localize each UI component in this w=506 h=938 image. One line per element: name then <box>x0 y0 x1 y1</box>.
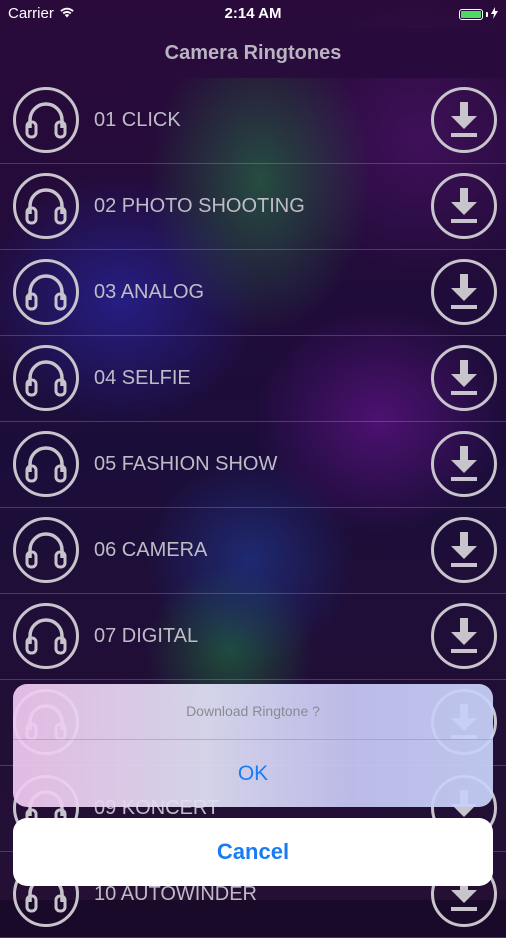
headphones-icon[interactable] <box>12 430 80 498</box>
ringtone-row[interactable]: 03 ANALOG <box>0 250 506 336</box>
ringtone-title: 04 SELFIE <box>94 367 191 389</box>
download-alert: Download Ringtone ? OK <box>13 684 493 807</box>
alert-message: Download Ringtone ? <box>13 684 493 740</box>
ringtone-row[interactable]: 02 PHOTO SHOOTING <box>0 164 506 250</box>
download-icon[interactable] <box>430 172 498 240</box>
ringtone-title: 01 CLICK <box>94 109 181 131</box>
ringtone-title: 03 ANALOG <box>94 281 205 303</box>
navigation-bar: Camera Ringtones <box>0 28 506 78</box>
ringtone-row[interactable]: 05 FASHION SHOW <box>0 422 506 508</box>
cancel-button[interactable]: Cancel <box>13 818 493 886</box>
ringtone-list: 01 CLICK 02 PHOTO SHOOTING 03 ANALOG 04 … <box>0 78 506 938</box>
ringtone-row[interactable]: 04 SELFIE <box>0 336 506 422</box>
headphones-icon[interactable] <box>12 516 80 584</box>
download-icon[interactable] <box>430 258 498 326</box>
charging-bolt-icon <box>491 6 498 23</box>
status-bar: Carrier 2:14 AM <box>0 0 506 28</box>
download-icon[interactable] <box>430 430 498 498</box>
headphones-icon[interactable] <box>12 86 80 154</box>
ringtone-title: 05 FASHION SHOW <box>94 453 278 475</box>
ok-button[interactable]: OK <box>13 740 493 807</box>
ringtone-row[interactable]: 07 DIGITAL <box>0 594 506 680</box>
download-icon[interactable] <box>430 516 498 584</box>
ringtone-row[interactable]: 06 CAMERA <box>0 508 506 594</box>
ringtone-title: 06 CAMERA <box>94 539 208 561</box>
battery-icon <box>459 6 498 23</box>
download-icon[interactable] <box>430 602 498 670</box>
status-time: 2:14 AM <box>224 5 282 22</box>
ringtone-row[interactable]: 01 CLICK <box>0 78 506 164</box>
download-icon[interactable] <box>430 344 498 412</box>
ringtone-title: 07 DIGITAL <box>94 625 199 647</box>
headphones-icon[interactable] <box>12 602 80 670</box>
page-title: Camera Ringtones <box>164 41 342 64</box>
ringtone-title: 02 PHOTO SHOOTING <box>94 195 305 217</box>
headphones-icon[interactable] <box>12 344 80 412</box>
download-icon[interactable] <box>430 86 498 154</box>
headphones-icon[interactable] <box>12 258 80 326</box>
headphones-icon[interactable] <box>12 172 80 240</box>
